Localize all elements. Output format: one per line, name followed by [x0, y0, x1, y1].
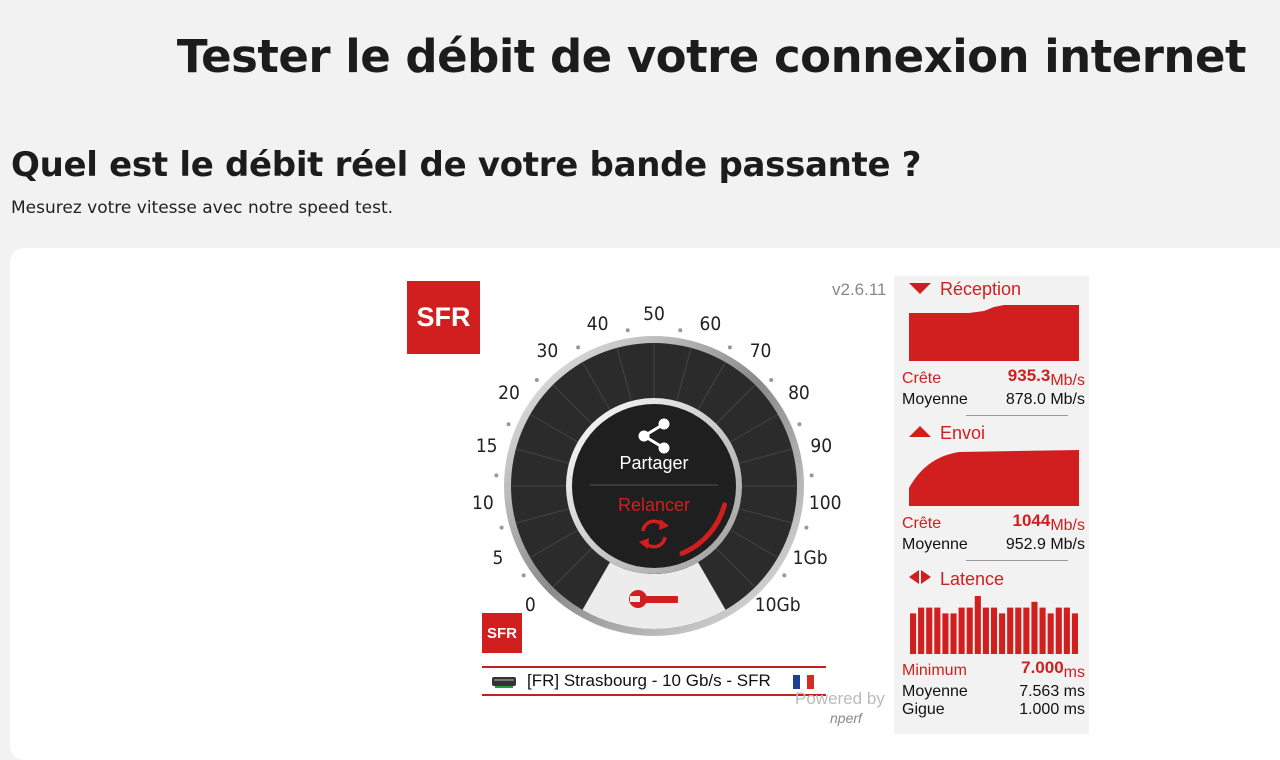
- gauge-scale-label: 0: [524, 594, 536, 617]
- latence-bar: [950, 613, 957, 654]
- latence-bar: [934, 607, 941, 654]
- gauge-tick-dot: [769, 377, 774, 382]
- gauge-scale-label: 60: [699, 312, 722, 335]
- latence-bar: [1023, 607, 1030, 654]
- restart-label[interactable]: Relancer: [600, 495, 708, 516]
- gauge-scale-label: 20: [498, 382, 520, 405]
- latence-bar: [910, 613, 917, 654]
- latence-bar: [1071, 613, 1078, 654]
- gauge-scale-label: 90: [810, 435, 833, 458]
- latence-bar: [1055, 607, 1062, 654]
- gauge-tick-dot: [494, 473, 499, 478]
- latence-bar: [1063, 607, 1070, 654]
- latence-bar: [990, 607, 998, 654]
- gauge-scale-label: 15: [475, 435, 498, 458]
- reception-avg-row: Moyenne 878.0 Mb/s: [902, 391, 1085, 408]
- reception-title: Réception: [908, 279, 1021, 300]
- version-label: v2.6.11: [832, 280, 887, 299]
- gauge-tick-dot: [506, 422, 511, 427]
- router-icon: [491, 674, 517, 688]
- gauge-tick-dot: [576, 345, 581, 350]
- latence-bar: [942, 613, 949, 654]
- powered-by-label: Powered by: [795, 689, 885, 708]
- latence-bar: [1047, 613, 1054, 654]
- latence-bar: [982, 607, 989, 654]
- latence-bar: [958, 607, 965, 654]
- share-label[interactable]: Partager: [600, 453, 708, 474]
- envoi-title: Envoi: [908, 423, 985, 444]
- gauge-tick-dot: [797, 422, 802, 427]
- sfr-small-logo: SFR: [482, 613, 522, 653]
- gauge-tick-dot: [625, 328, 630, 333]
- latence-title: Latence: [908, 569, 1004, 590]
- gauge-tick-dot: [499, 525, 504, 530]
- latence-bar: [1031, 601, 1038, 654]
- results-panel: Réception Crête 935.3Mb/s Moyenne 878.0 …: [894, 276, 1089, 734]
- envoi-peak-row: Crête 1044Mb/s: [902, 511, 1085, 534]
- latence-bar: [974, 596, 981, 654]
- latence-bar: [918, 607, 925, 654]
- gauge-scale-label: 10: [471, 492, 494, 515]
- latency-arrows-icon: [908, 569, 932, 590]
- gauge-tick-dot: [782, 573, 787, 578]
- gauge-scale-label: 1Gb: [792, 547, 828, 570]
- latence-jitter-row: Gigue 1.000 ms: [902, 701, 1085, 718]
- gauge-scale-label: 100: [808, 492, 842, 515]
- latence-bar: [1007, 607, 1014, 654]
- section-heading: Quel est le débit réel de votre bande pa…: [11, 145, 922, 185]
- gauge-scale-label: 40: [586, 312, 609, 335]
- latence-bar: [926, 607, 933, 654]
- section-subheading: Mesurez votre vitesse avec notre speed t…: [11, 198, 394, 218]
- latence-bar: [1039, 607, 1046, 654]
- latence-bar: [999, 613, 1006, 654]
- reception-peak-row: Crête 935.3Mb/s: [902, 366, 1085, 389]
- latence-bar: [966, 607, 973, 654]
- latence-min-row: Minimum 7.000ms: [902, 658, 1085, 681]
- gauge-scale-label: 50: [643, 303, 665, 325]
- gauge-tick-dot: [804, 525, 809, 530]
- gauge-tick-dot: [534, 377, 539, 382]
- server-name: [FR] Strasbourg - 10 Gb/s - SFR: [527, 671, 771, 690]
- upload-arrow-icon: [908, 423, 932, 444]
- gauge-scale-label: 5: [492, 547, 504, 570]
- download-arrow-icon: [908, 279, 932, 300]
- reception-chart: [909, 305, 1079, 361]
- gauge-tick-dot: [727, 345, 732, 350]
- latence-chart: [910, 596, 1078, 654]
- gauge-scale-label: 80: [788, 382, 810, 405]
- gauge-scale-label: 30: [536, 339, 559, 362]
- latence-bar: [1015, 607, 1022, 654]
- gauge-tick-dot: [521, 573, 526, 578]
- page-title: Tester le débit de votre connexion inter…: [176, 30, 1247, 83]
- latence-avg-row: Moyenne 7.563 ms: [902, 683, 1085, 700]
- france-flag-icon: [793, 675, 814, 689]
- gauge-tick-dot: [809, 473, 814, 478]
- envoi-chart: [909, 450, 1079, 506]
- gauge-scale-label: 10Gb: [754, 594, 801, 617]
- server-selector[interactable]: [FR] Strasbourg - 10 Gb/s - SFR: [482, 666, 826, 696]
- envoi-avg-row: Moyenne 952.9 Mb/s: [902, 536, 1085, 553]
- gauge-scale-label: 70: [749, 339, 772, 362]
- nperf-logo[interactable]: nperf: [830, 710, 862, 726]
- gauge-tick-dot: [678, 328, 683, 333]
